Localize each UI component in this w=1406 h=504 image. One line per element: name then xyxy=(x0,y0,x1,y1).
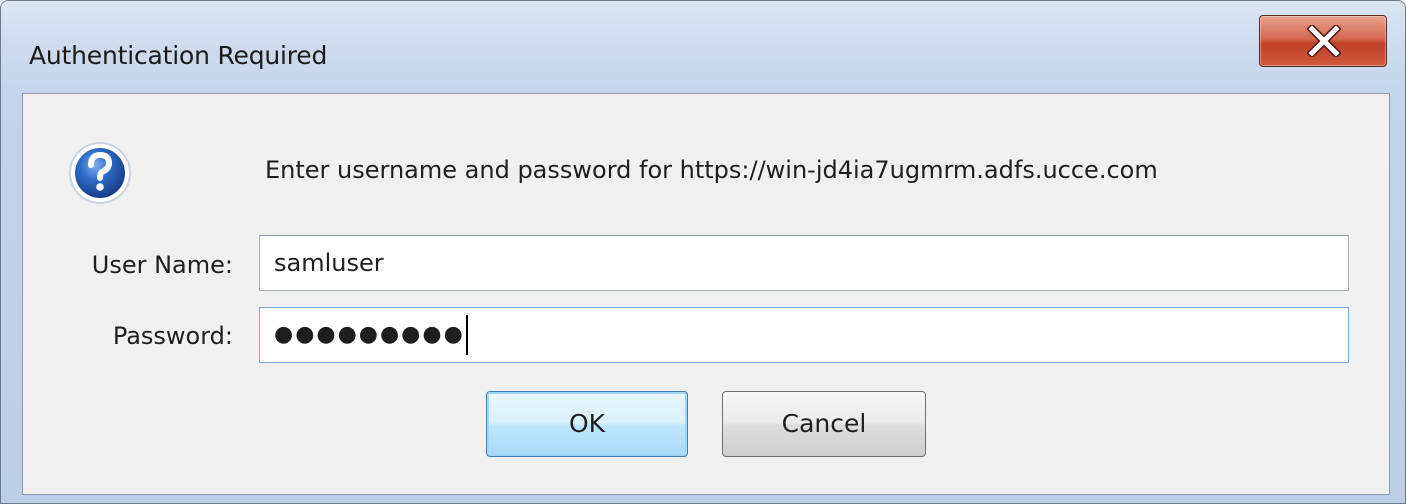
username-field[interactable]: samluser xyxy=(259,235,1349,291)
text-caret xyxy=(465,315,468,355)
password-label: Password: xyxy=(112,322,233,350)
dialog-body: Enter username and password for https://… xyxy=(22,93,1390,495)
ok-button[interactable]: OK xyxy=(486,391,688,457)
auth-dialog-window: Authentication Required Enter username a… xyxy=(0,0,1406,504)
question-help-icon xyxy=(67,140,133,206)
password-field[interactable]: ●●●●●●●●● xyxy=(259,307,1349,363)
username-value: samluser xyxy=(274,249,384,277)
cancel-button[interactable]: Cancel xyxy=(722,391,926,457)
password-value-masked: ●●●●●●●●● xyxy=(274,322,465,347)
window-title: Authentication Required xyxy=(29,41,328,70)
auth-prompt-text: Enter username and password for https://… xyxy=(265,156,1158,184)
close-button[interactable] xyxy=(1259,15,1387,67)
username-label: User Name: xyxy=(91,251,233,279)
close-icon xyxy=(1307,25,1341,57)
